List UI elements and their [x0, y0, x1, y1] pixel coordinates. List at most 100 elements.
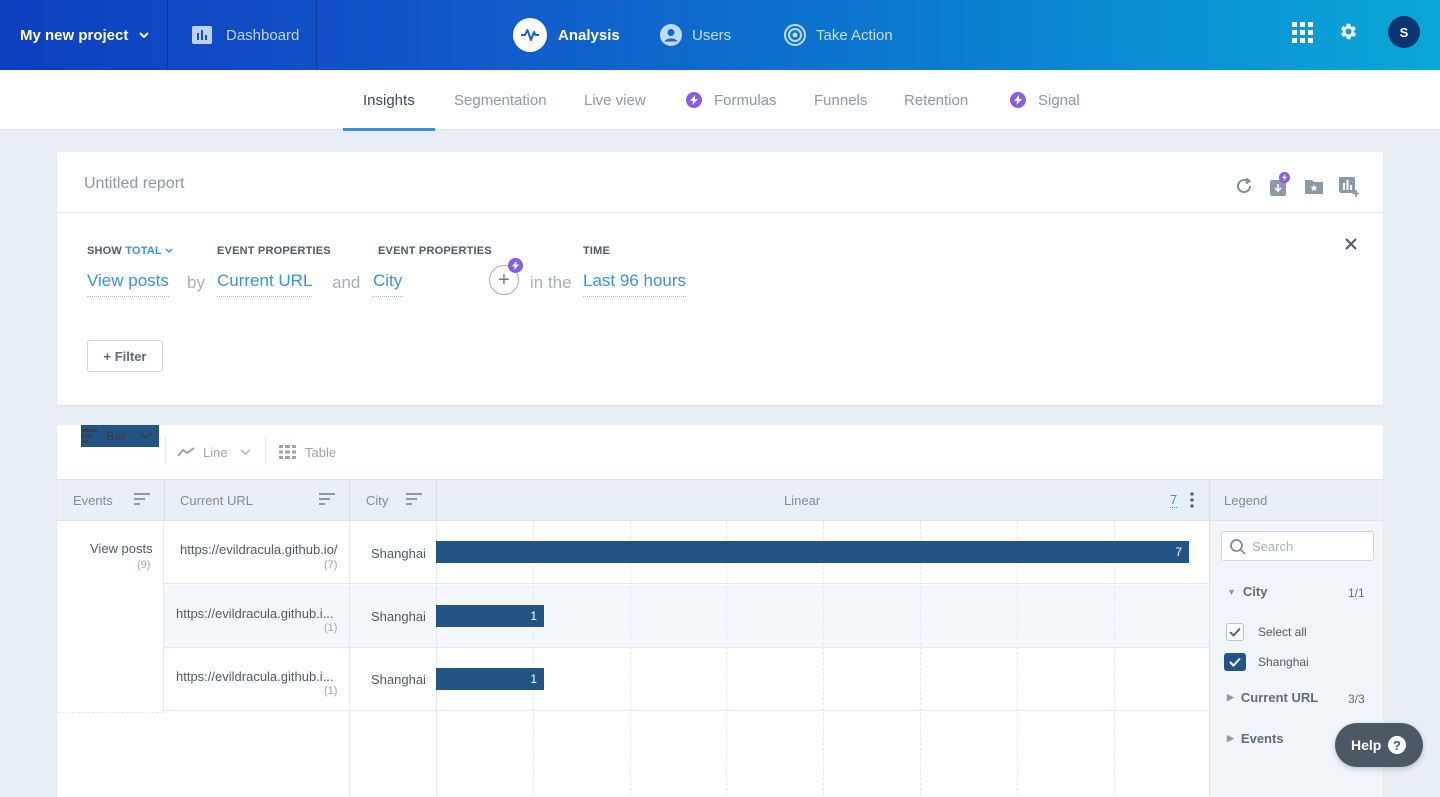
select-all-checkbox[interactable]: [1226, 623, 1244, 641]
tab-label: Funnels: [814, 91, 868, 109]
sort-icon[interactable]: [406, 493, 422, 505]
event-selector[interactable]: View posts: [87, 271, 169, 297]
add-filter-button[interactable]: + Filter: [87, 340, 163, 372]
tab-segmentation[interactable]: Segmentation: [454, 70, 547, 130]
legend-section-current-url[interactable]: ▶ Current URL: [1227, 690, 1318, 705]
city-cell: Shanghai: [371, 672, 426, 687]
user-avatar[interactable]: S: [1388, 16, 1420, 48]
tab-label: Signal: [1038, 91, 1080, 109]
project-name: My new project: [20, 26, 129, 44]
event-count: (9): [137, 559, 151, 571]
nav-take-action[interactable]: Take Action: [784, 0, 893, 70]
help-button[interactable]: Help ?: [1335, 723, 1423, 767]
view-bar-label: Bar: [106, 429, 127, 443]
event-properties-label: EVENT PROPERTIES: [378, 245, 492, 257]
lightning-bolt-icon: [1279, 172, 1290, 183]
shanghai-label: Shanghai: [1258, 655, 1309, 669]
close-icon[interactable]: [1344, 237, 1358, 251]
show-mode: TOTAL: [125, 245, 162, 257]
chevron-down-icon: [165, 248, 173, 254]
tab-funnels[interactable]: Funnels: [814, 70, 867, 130]
report-title[interactable]: Untitled report: [84, 175, 185, 193]
show-mode-dropdown[interactable]: TOTAL: [125, 245, 173, 257]
legend-section-events[interactable]: ▶ Events: [1227, 731, 1284, 746]
tab-retention[interactable]: Retention: [904, 70, 968, 130]
nav-analysis-label: Analysis: [558, 26, 620, 44]
legend-section-label: Events: [1240, 731, 1284, 746]
by-connector: by: [187, 273, 205, 292]
bar-value-label: 7: [1175, 545, 1182, 559]
property-selector-city[interactable]: City: [372, 271, 404, 297]
checkmark-icon: [1229, 657, 1241, 667]
city-column-header: City: [366, 492, 389, 508]
tab-label: Segmentation: [454, 91, 547, 109]
view-bar-dropdown[interactable]: Bar: [81, 425, 160, 447]
bar-value-label: 1: [530, 609, 537, 623]
refresh-icon[interactable]: [1235, 177, 1253, 195]
dashboard-icon: [192, 26, 212, 44]
tab-label: Insights: [363, 91, 415, 109]
divider: [349, 480, 350, 520]
table-row[interactable]: https://evildracula.github.i... (1) Shan…: [164, 585, 1209, 648]
scale-label[interactable]: Linear: [784, 480, 820, 520]
target-icon: [784, 24, 806, 46]
event-properties-label: EVENT PROPERTIES: [217, 245, 331, 257]
bar[interactable]: 1: [436, 668, 544, 690]
save-to-folder-icon[interactable]: [1305, 178, 1323, 194]
chevron-down-icon: [140, 432, 152, 440]
divider: [164, 480, 165, 520]
bar-value-label: 1: [530, 672, 537, 686]
tab-live-view[interactable]: Live view: [584, 70, 646, 130]
report-query-card: Untitled report SHOW TOTAL View posts by…: [57, 152, 1383, 405]
event-name: View posts: [90, 541, 153, 556]
tab-label: Retention: [904, 91, 969, 109]
nav-users-label: Users: [692, 26, 732, 44]
view-line-dropdown[interactable]: Line: [177, 425, 251, 479]
property-selector-url[interactable]: Current URL: [217, 271, 313, 297]
time-range-selector[interactable]: Last 96 hours: [583, 271, 687, 297]
tab-insights[interactable]: Insights: [343, 70, 435, 131]
tab-signal[interactable]: Signal: [1010, 70, 1080, 130]
export-button[interactable]: [1270, 172, 1290, 201]
lightning-bolt-icon: [508, 258, 523, 273]
url-count: (7): [324, 559, 338, 571]
view-table-button[interactable]: Table: [279, 425, 336, 479]
shanghai-checkbox[interactable]: [1224, 653, 1246, 671]
tab-label: Formulas: [714, 91, 777, 109]
tab-formulas[interactable]: Formulas: [686, 70, 777, 130]
apps-grid-icon[interactable]: [1292, 22, 1313, 43]
and-connector: and: [332, 273, 361, 292]
sort-icon[interactable]: [134, 493, 150, 505]
user-icon: [660, 24, 682, 46]
lightning-bolt-icon: [686, 92, 702, 108]
tab-label: Live view: [584, 91, 646, 109]
bar[interactable]: 7: [436, 541, 1189, 563]
nav-analysis[interactable]: Analysis: [512, 0, 620, 70]
legend-header: Legend: [1224, 492, 1268, 508]
more-options-icon[interactable]: [1189, 492, 1195, 508]
events-column-cell[interactable]: View posts (9): [57, 521, 164, 713]
bar[interactable]: 1: [436, 605, 544, 627]
max-value-link[interactable]: 7: [1170, 492, 1178, 508]
sort-icon[interactable]: [319, 493, 335, 505]
legend-section-city[interactable]: ▼ City: [1227, 584, 1267, 599]
project-selector[interactable]: My new project: [0, 0, 168, 70]
help-label: Help: [1351, 737, 1382, 753]
legend-count: 3/3: [1348, 692, 1365, 706]
divider: [436, 480, 437, 520]
nav-users[interactable]: Users: [660, 0, 731, 70]
checkmark-icon: [1229, 627, 1241, 637]
caret-right-icon: ▶: [1227, 692, 1234, 702]
gear-icon[interactable]: [1338, 21, 1359, 42]
dashboard-link[interactable]: Dashboard: [168, 0, 317, 70]
dashboard-label: Dashboard: [226, 26, 300, 44]
divider: [349, 521, 350, 797]
table-grid-icon: [279, 445, 296, 459]
legend-search-input[interactable]: Search: [1221, 531, 1374, 561]
divider: [57, 212, 1383, 213]
legend-section-label: City: [1242, 584, 1268, 599]
add-to-dashboard-icon[interactable]: [1339, 177, 1359, 197]
legend-section-label: Current URL: [1240, 690, 1319, 705]
city-cell: Shanghai: [371, 546, 426, 561]
table-row[interactable]: https://evildracula.github.i... (1) Shan…: [164, 648, 1209, 711]
